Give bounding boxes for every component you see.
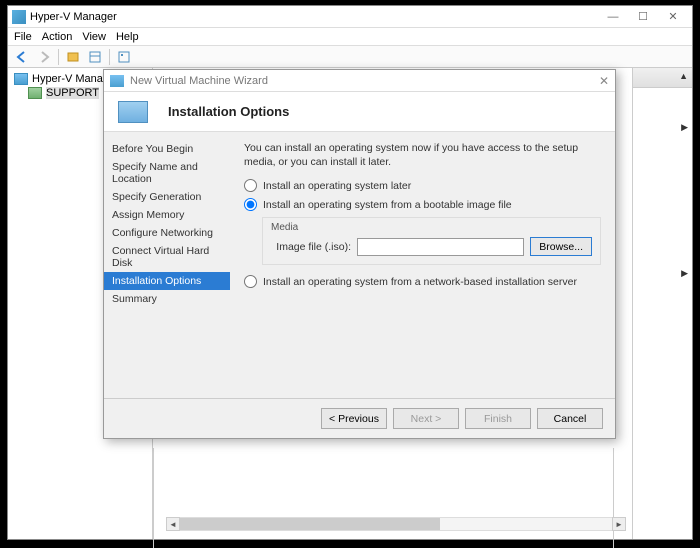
dialog-body: Before You Begin Specify Name and Locati… (104, 132, 615, 398)
menu-view[interactable]: View (82, 31, 106, 43)
menu-action[interactable]: Action (42, 31, 73, 43)
wizard-dialog: New Virtual Machine Wizard ✕ Installatio… (103, 69, 616, 439)
menu-file[interactable]: File (14, 31, 32, 43)
dialog-header: Installation Options (104, 92, 615, 132)
label-install-from-image: Install an operating system from a boota… (263, 199, 512, 211)
step-connect-vhd[interactable]: Connect Virtual Hard Disk (104, 242, 230, 272)
option-install-from-network[interactable]: Install an operating system from a netwo… (244, 275, 601, 288)
collapse-arrow-icon[interactable]: ▲ (679, 71, 688, 81)
toolbar-properties-icon[interactable] (85, 48, 105, 66)
horizontal-scrollbar[interactable]: ◄ ► (166, 517, 626, 531)
cancel-button[interactable]: Cancel (537, 408, 603, 429)
scroll-track[interactable] (180, 517, 612, 531)
finish-button[interactable]: Finish (465, 408, 531, 429)
option-install-later[interactable]: Install an operating system later (244, 179, 601, 192)
radio-install-from-network[interactable] (244, 275, 257, 288)
toolbar (8, 46, 692, 68)
dialog-heading: Installation Options (168, 104, 289, 119)
expand-arrow-icon[interactable]: ▶ (681, 122, 688, 133)
step-configure-networking[interactable]: Configure Networking (104, 224, 230, 242)
minimize-button[interactable]: — (598, 6, 628, 27)
header-monitor-icon (118, 101, 148, 123)
option-install-from-image[interactable]: Install an operating system from a boota… (244, 198, 601, 211)
media-group: Media Image file (.iso): Browse... (262, 217, 601, 265)
browse-button[interactable]: Browse... (530, 237, 592, 256)
app-title: Hyper-V Manager (30, 11, 117, 23)
radio-install-from-image[interactable] (244, 198, 257, 211)
wizard-icon (110, 75, 124, 87)
actions-pane: ▲ ▶ ▶ (632, 68, 692, 539)
media-legend: Media (271, 222, 592, 233)
previous-button[interactable]: < Previous (321, 408, 387, 429)
radio-install-later[interactable] (244, 179, 257, 192)
maximize-button[interactable]: ☐ (628, 6, 658, 27)
toolbar-action-icon[interactable] (63, 48, 83, 66)
server-icon (28, 87, 42, 99)
image-file-label: Image file (.iso): (271, 241, 351, 253)
image-file-input[interactable] (357, 238, 524, 256)
scroll-right-icon[interactable]: ► (612, 517, 626, 531)
step-installation-options[interactable]: Installation Options (104, 272, 230, 290)
toolbar-help-icon[interactable] (114, 48, 134, 66)
dialog-footer: < Previous Next > Finish Cancel (104, 398, 615, 438)
options-panel: You can install an operating system now … (230, 132, 615, 398)
label-install-later: Install an operating system later (263, 180, 411, 192)
back-button[interactable] (12, 48, 32, 66)
step-summary[interactable]: Summary (104, 290, 230, 308)
label-install-from-network: Install an operating system from a netwo… (263, 276, 577, 288)
tree-server-label: SUPPORT (46, 87, 99, 99)
dialog-title: New Virtual Machine Wizard (130, 75, 268, 87)
dialog-close-button[interactable]: ✕ (599, 74, 609, 88)
scroll-thumb[interactable] (180, 518, 440, 530)
step-before-you-begin[interactable]: Before You Begin (104, 140, 230, 158)
scroll-left-icon[interactable]: ◄ (166, 517, 180, 531)
hyperv-icon (14, 73, 28, 85)
app-icon (12, 10, 26, 24)
step-specify-generation[interactable]: Specify Generation (104, 188, 230, 206)
close-button[interactable]: ✕ (658, 6, 688, 27)
intro-text: You can install an operating system now … (244, 142, 601, 169)
titlebar: Hyper-V Manager — ☐ ✕ (8, 6, 692, 28)
menu-help[interactable]: Help (116, 31, 139, 43)
menubar: File Action View Help (8, 28, 692, 46)
next-button[interactable]: Next > (393, 408, 459, 429)
dialog-titlebar: New Virtual Machine Wizard ✕ (104, 70, 615, 92)
step-assign-memory[interactable]: Assign Memory (104, 206, 230, 224)
step-specify-name[interactable]: Specify Name and Location (104, 158, 230, 188)
steps-list: Before You Begin Specify Name and Locati… (104, 132, 230, 398)
expand-arrow-icon-2[interactable]: ▶ (681, 268, 688, 279)
forward-button[interactable] (34, 48, 54, 66)
image-file-row: Image file (.iso): Browse... (271, 237, 592, 256)
